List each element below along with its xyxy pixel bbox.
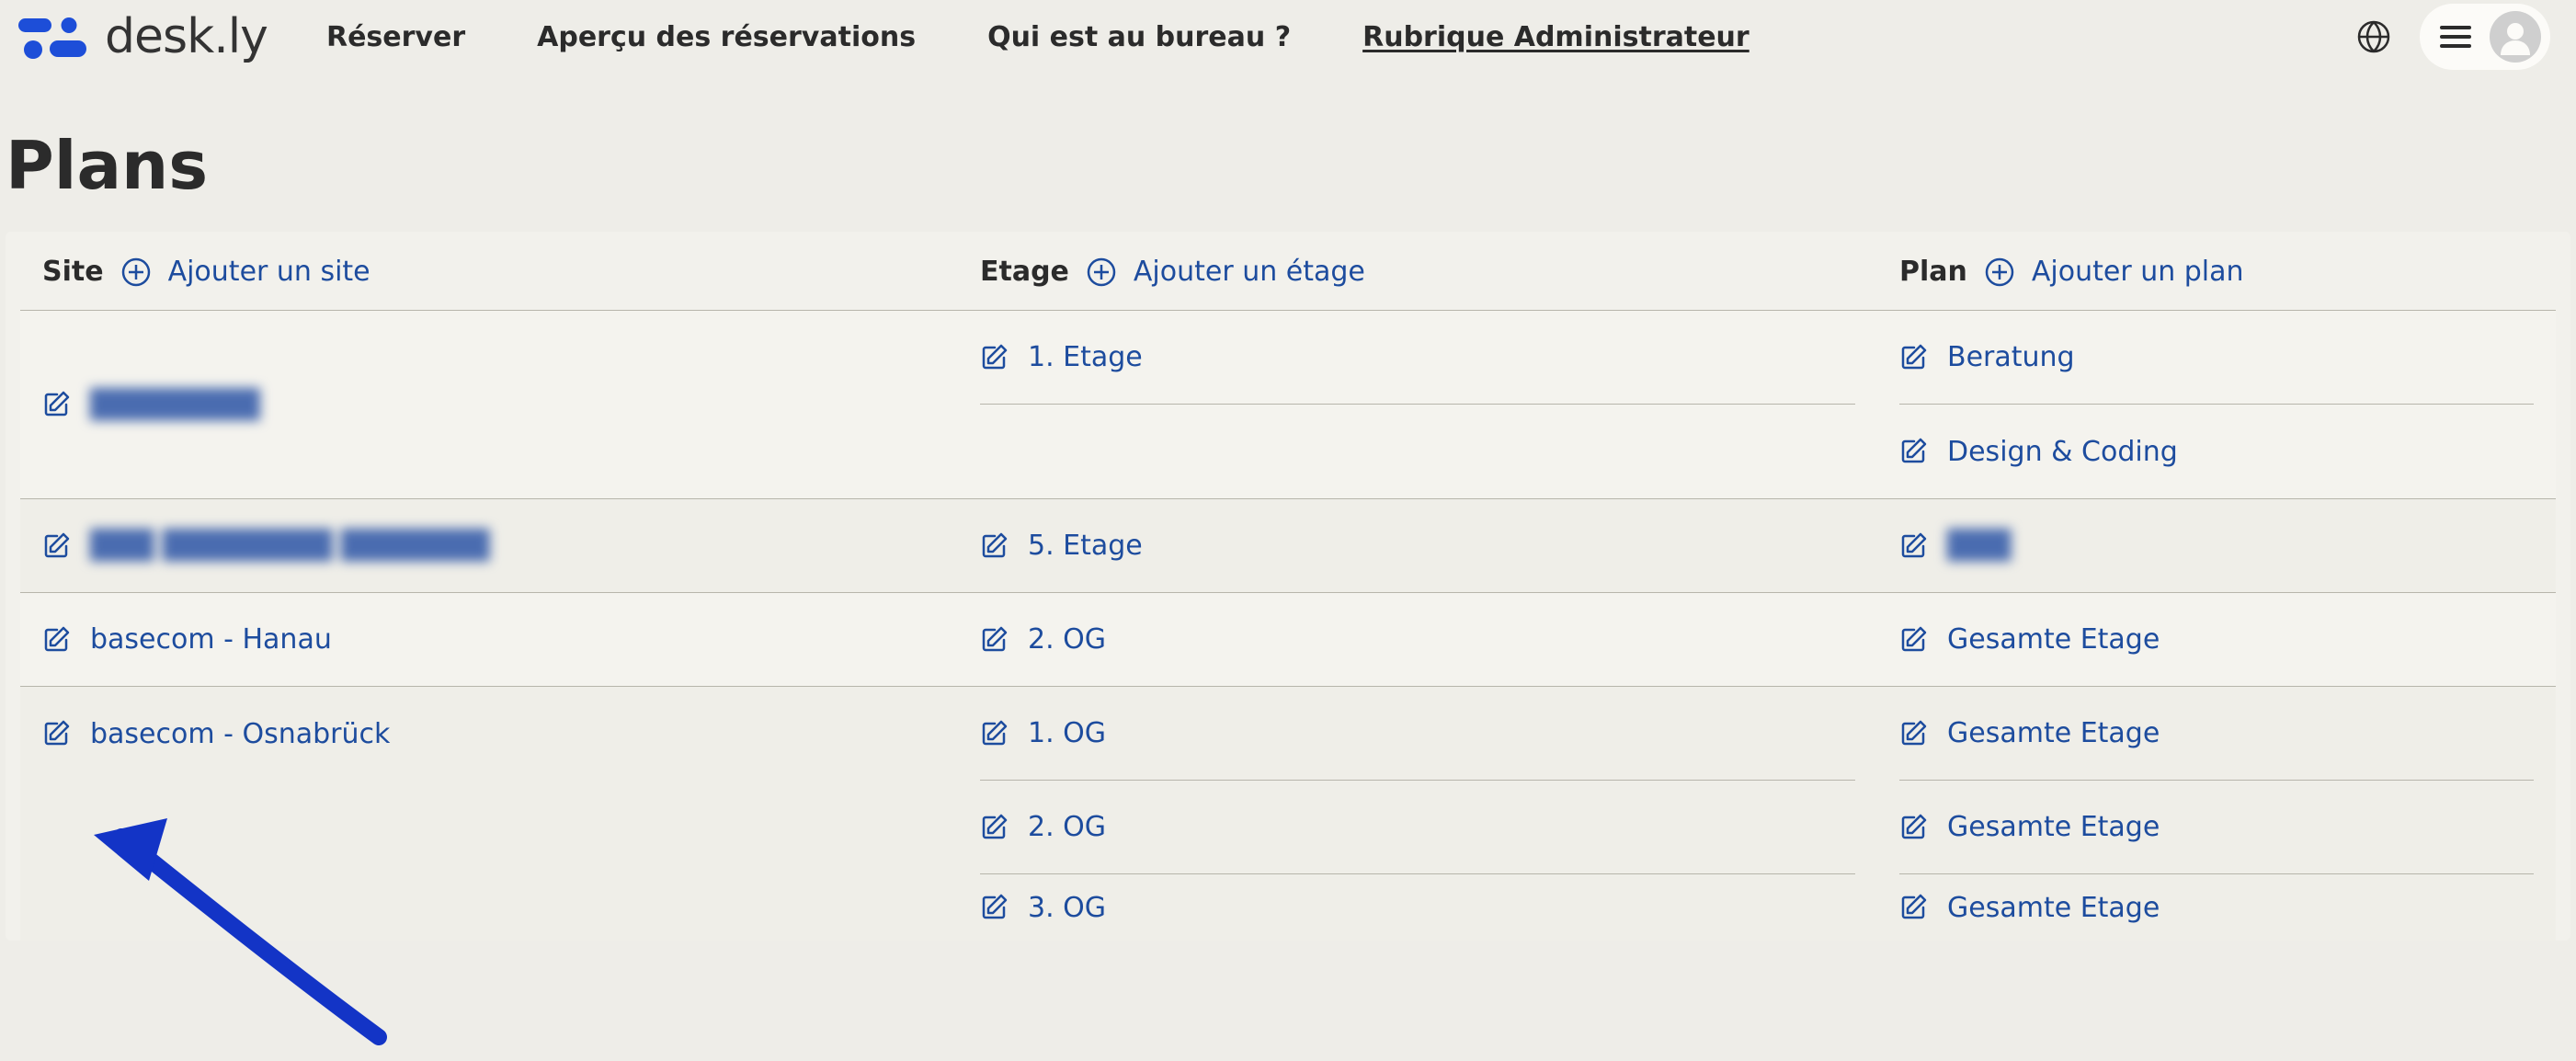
col-etage: Etage Ajouter un étage [980,256,1899,288]
plan-link[interactable]: Beratung [1947,341,2075,373]
edit-icon[interactable] [42,531,72,561]
edit-icon[interactable] [42,719,72,748]
edit-icon[interactable] [980,625,1009,655]
etage-link[interactable]: 2. OG [1028,811,1106,843]
plans-table: Site Ajouter un site Etage Ajouter un ét… [6,232,2570,941]
brand-mark-icon [18,11,90,63]
cell-plan: Gesamte Etage [1877,593,2556,686]
table-row: ███ ████████ ███████ 5. Etage ███ [20,499,2556,593]
plan-link[interactable]: Gesamte Etage [1947,717,2160,749]
main-nav: Réserver Aperçu des réservations Qui est… [326,21,1750,53]
nav-reserver[interactable]: Réserver [326,21,465,53]
edit-icon[interactable] [42,625,72,655]
site-link[interactable]: ███ ████████ ███████ [90,530,489,562]
avatar-icon [2490,11,2541,63]
cell-site: ███ ████████ ███████ [20,499,958,592]
cell-site: basecom - Hanau [20,593,958,686]
etage-link[interactable]: 1. OG [1028,717,1106,749]
edit-icon[interactable] [980,531,1009,561]
edit-icon[interactable] [1899,893,1929,922]
nav-admin[interactable]: Rubrique Administrateur [1362,21,1750,53]
cell-etage: 1. Etage [958,311,1877,498]
plan-link[interactable]: ███ [1947,530,2011,562]
app-header: desk.ly Réserver Aperçu des réservations… [0,0,2576,74]
plan-link[interactable]: Gesamte Etage [1947,892,2160,924]
table-body: ████████ 1. Etage [6,310,2570,941]
cell-plan: Beratung Design & Coding [1877,311,2556,498]
add-plan-link[interactable]: Ajouter un plan [2032,256,2244,288]
cell-plan: ███ [1877,499,2556,592]
etage-link[interactable]: 1. Etage [1028,341,1143,373]
edit-icon[interactable] [1899,813,1929,842]
language-icon[interactable] [2355,18,2392,55]
cell-site: ████████ [20,311,958,498]
cell-etage: 2. OG [958,593,1877,686]
brand-wordmark: desk.ly [105,9,268,64]
plan-link[interactable]: Design & Coding [1947,436,2178,468]
table-row: basecom - Hanau 2. OG Gesamte Etage [20,593,2556,687]
add-etage-link[interactable]: Ajouter un étage [1134,256,1365,288]
edit-icon[interactable] [980,343,1009,372]
plus-icon[interactable] [1086,257,1117,288]
etage-link[interactable]: 3. OG [1028,892,1106,924]
edit-icon[interactable] [980,719,1009,748]
edit-icon[interactable] [980,893,1009,922]
plus-icon[interactable] [1984,257,2015,288]
site-link[interactable]: basecom - Hanau [90,623,332,656]
edit-icon[interactable] [1899,343,1929,372]
brand-logo[interactable]: desk.ly [18,9,268,64]
table-row: ████████ 1. Etage [20,310,2556,499]
col-site: Site Ajouter un site [42,256,980,288]
page-title: Plans [6,127,2576,204]
hamburger-icon [2440,26,2471,48]
site-link[interactable]: basecom - Osnabrück [90,718,390,750]
edit-icon[interactable] [1899,625,1929,655]
etage-link[interactable]: 5. Etage [1028,530,1143,562]
edit-icon[interactable] [42,390,72,419]
edit-icon[interactable] [1899,531,1929,561]
col-site-label: Site [42,256,104,288]
nav-qui[interactable]: Qui est au bureau ? [987,21,1291,53]
user-menu[interactable] [2420,4,2550,70]
col-plan-label: Plan [1899,256,1967,288]
cell-plan: Gesamte Etage Gesamte Etage Gesamte Etag… [1877,687,2556,941]
header-actions [2355,4,2550,70]
cell-etage: 5. Etage [958,499,1877,592]
add-site-link[interactable]: Ajouter un site [168,256,370,288]
edit-icon[interactable] [1899,437,1929,466]
col-plan: Plan Ajouter un plan [1899,256,2534,288]
plan-link[interactable]: Gesamte Etage [1947,623,2160,656]
edit-icon[interactable] [980,813,1009,842]
nav-apercu[interactable]: Aperçu des réservations [537,21,916,53]
plan-link[interactable]: Gesamte Etage [1947,811,2160,843]
site-link[interactable]: ████████ [90,389,260,421]
etage-link[interactable]: 2. OG [1028,623,1106,656]
cell-site: basecom - Osnabrück [20,687,958,941]
plus-icon[interactable] [120,257,152,288]
col-etage-label: Etage [980,256,1069,288]
table-header: Site Ajouter un site Etage Ajouter un ét… [6,232,2570,310]
cell-etage: 1. OG 2. OG 3. OG [958,687,1877,941]
table-row: basecom - Osnabrück 1. OG [20,687,2556,941]
edit-icon[interactable] [1899,719,1929,748]
